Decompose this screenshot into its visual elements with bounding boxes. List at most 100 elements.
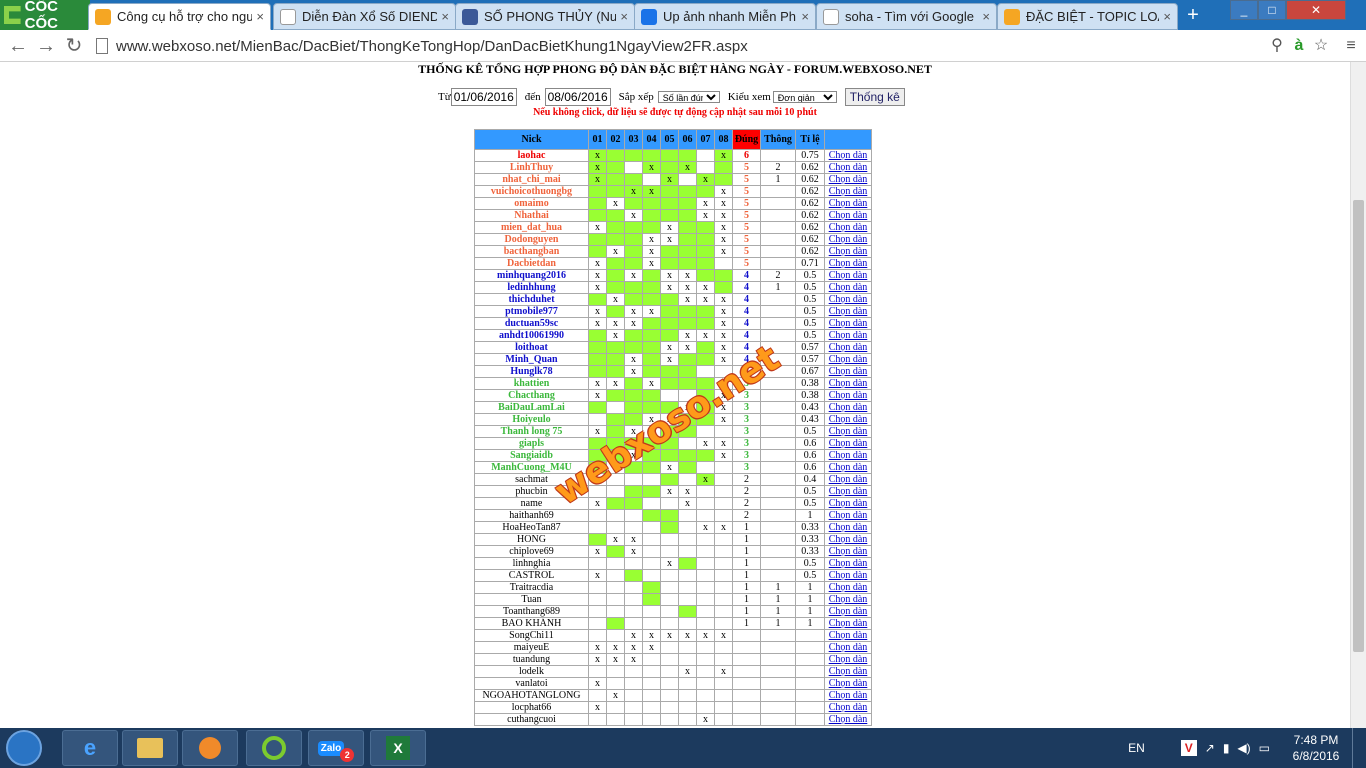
choose-set-link[interactable]: Chọn dàn	[824, 581, 872, 594]
choose-set-link[interactable]: Chọn dàn	[824, 353, 872, 366]
minimize-button[interactable]: _	[1230, 0, 1258, 20]
choose-set-link[interactable]: Chọn dàn	[824, 653, 872, 666]
choose-set-link[interactable]: Chọn dàn	[824, 569, 872, 582]
choose-set-link[interactable]: Chọn dàn	[824, 629, 872, 642]
coccoc-logo[interactable]: CỐC CỐC	[0, 0, 90, 32]
zoom-icon[interactable]: ⚲	[1266, 35, 1288, 57]
page-scrollbar[interactable]	[1350, 62, 1366, 728]
show-desktop-button[interactable]	[1352, 728, 1366, 768]
choose-set-link[interactable]: Chọn dàn	[824, 437, 872, 450]
choose-set-link[interactable]: Chọn dàn	[824, 593, 872, 606]
forward-button[interactable]: →	[34, 34, 58, 58]
choose-set-link[interactable]: Chọn dàn	[824, 557, 872, 570]
thong-cell: 2	[760, 161, 796, 174]
tab-5[interactable]: ĐẶC BIỆT - TOPIC LOẠI ×	[997, 3, 1178, 30]
choose-set-link[interactable]: Chọn dàn	[824, 605, 872, 618]
start-button[interactable]	[6, 730, 42, 766]
language-indicator[interactable]: EN	[1128, 741, 1145, 755]
choose-set-link[interactable]: Chọn dàn	[824, 341, 872, 354]
choose-set-link[interactable]: Chọn dàn	[824, 329, 872, 342]
choose-set-link[interactable]: Chọn dàn	[824, 245, 872, 258]
choose-set-link[interactable]: Chọn dàn	[824, 425, 872, 438]
power-icon[interactable]: ▭	[1259, 741, 1270, 755]
day-cell: x	[678, 281, 697, 294]
tab-0[interactable]: Công cụ hỗ trợ cho người ×	[88, 3, 271, 30]
coccoc-taskbar-button[interactable]	[246, 730, 302, 766]
translate-icon[interactable]: à	[1288, 35, 1310, 57]
choose-set-link[interactable]: Chọn dàn	[824, 689, 872, 702]
choose-set-link[interactable]: Chọn dàn	[824, 701, 872, 714]
reload-button[interactable]: ↻	[62, 34, 86, 58]
sort-select[interactable]: Số lần đúng	[657, 91, 720, 103]
address-bar[interactable]: www.webxoso.net/MienBac/DacBiet/ThongKeT…	[96, 33, 1260, 59]
close-tab-icon[interactable]: ×	[801, 9, 809, 24]
close-tab-icon[interactable]: ×	[620, 9, 628, 24]
choose-set-link[interactable]: Chọn dàn	[824, 389, 872, 402]
clock[interactable]: 7:48 PM 6/8/2016	[1284, 732, 1348, 764]
close-tab-icon[interactable]: ×	[1163, 9, 1171, 24]
choose-set-link[interactable]: Chọn dàn	[824, 521, 872, 534]
from-date-input[interactable]	[450, 88, 517, 106]
choose-set-link[interactable]: Chọn dàn	[824, 665, 872, 678]
choose-set-link[interactable]: Chọn dàn	[824, 533, 872, 546]
scrollbar-thumb[interactable]	[1353, 200, 1364, 652]
choose-set-link[interactable]: Chọn dàn	[824, 221, 872, 234]
volume-icon[interactable]: ◀)	[1237, 741, 1250, 755]
tab-1[interactable]: Diễn Đàn Xổ Số DIENDA ×	[273, 3, 456, 30]
tab-4[interactable]: soha - Tìm với Google ×	[816, 3, 997, 30]
choose-set-link[interactable]: Chọn dàn	[824, 377, 872, 390]
choose-set-link[interactable]: Chọn dàn	[824, 713, 872, 726]
choose-set-link[interactable]: Chọn dàn	[824, 233, 872, 246]
menu-icon[interactable]: ≡	[1340, 35, 1362, 57]
excel-taskbar-button[interactable]: X	[370, 730, 426, 766]
choose-set-link[interactable]: Chọn dàn	[824, 413, 872, 426]
choose-set-link[interactable]: Chọn dàn	[824, 197, 872, 210]
nick-cell: minhquang2016	[474, 269, 589, 282]
close-tab-icon[interactable]: ×	[441, 9, 449, 24]
choose-set-link[interactable]: Chọn dàn	[824, 461, 872, 474]
explorer-taskbar-button[interactable]	[122, 730, 178, 766]
maximize-button[interactable]: □	[1258, 0, 1286, 20]
bookmark-star-icon[interactable]: ☆	[1310, 35, 1332, 57]
choose-set-link[interactable]: Chọn dàn	[824, 641, 872, 654]
choose-set-link[interactable]: Chọn dàn	[824, 473, 872, 486]
choose-set-link[interactable]: Chọn dàn	[824, 677, 872, 690]
choose-set-link[interactable]: Chọn dàn	[824, 365, 872, 378]
tile-cell: 0.5	[795, 557, 825, 570]
antivirus-icon[interactable]: V	[1180, 740, 1197, 756]
choose-set-link[interactable]: Chọn dàn	[824, 497, 872, 510]
back-button[interactable]: ←	[6, 34, 30, 58]
tab-3[interactable]: Up ảnh nhanh Miễn Phí ×	[634, 3, 816, 30]
choose-set-link[interactable]: Chọn dàn	[824, 509, 872, 522]
close-tab-icon[interactable]: ×	[256, 9, 264, 24]
day-cell	[624, 593, 643, 606]
choose-set-link[interactable]: Chọn dàn	[824, 173, 872, 186]
choose-set-link[interactable]: Chọn dàn	[824, 305, 872, 318]
choose-set-link[interactable]: Chọn dàn	[824, 545, 872, 558]
choose-set-link[interactable]: Chọn dàn	[824, 149, 872, 162]
network-icon[interactable]: ▮	[1223, 741, 1230, 755]
choose-set-link[interactable]: Chọn dàn	[824, 317, 872, 330]
choose-set-link[interactable]: Chọn dàn	[824, 617, 872, 630]
view-select[interactable]: Đơn giản	[772, 91, 837, 103]
choose-set-link[interactable]: Chọn dàn	[824, 269, 872, 282]
submit-button[interactable]: Thống kê	[844, 88, 905, 106]
to-date-input[interactable]	[544, 88, 611, 106]
choose-set-link[interactable]: Chọn dàn	[824, 281, 872, 294]
choose-set-link[interactable]: Chọn dàn	[824, 293, 872, 306]
ie-taskbar-button[interactable]: e	[62, 730, 118, 766]
tray-arrow-icon[interactable]: ↗	[1205, 741, 1215, 755]
close-tab-icon[interactable]: ×	[982, 9, 990, 24]
choose-set-link[interactable]: Chọn dàn	[824, 449, 872, 462]
zalo-taskbar-button[interactable]: Zalo 2	[308, 730, 364, 766]
choose-set-link[interactable]: Chọn dàn	[824, 257, 872, 270]
choose-set-link[interactable]: Chọn dàn	[824, 185, 872, 198]
choose-set-link[interactable]: Chọn dàn	[824, 161, 872, 174]
choose-set-link[interactable]: Chọn dàn	[824, 401, 872, 414]
new-tab-button[interactable]: +	[1183, 5, 1203, 26]
tab-2[interactable]: SỐ PHONG THỦY (Num ×	[455, 3, 635, 30]
media-taskbar-button[interactable]	[182, 730, 238, 766]
choose-set-link[interactable]: Chọn dàn	[824, 485, 872, 498]
choose-set-link[interactable]: Chọn dàn	[824, 209, 872, 222]
close-window-button[interactable]: ✕	[1286, 0, 1346, 20]
